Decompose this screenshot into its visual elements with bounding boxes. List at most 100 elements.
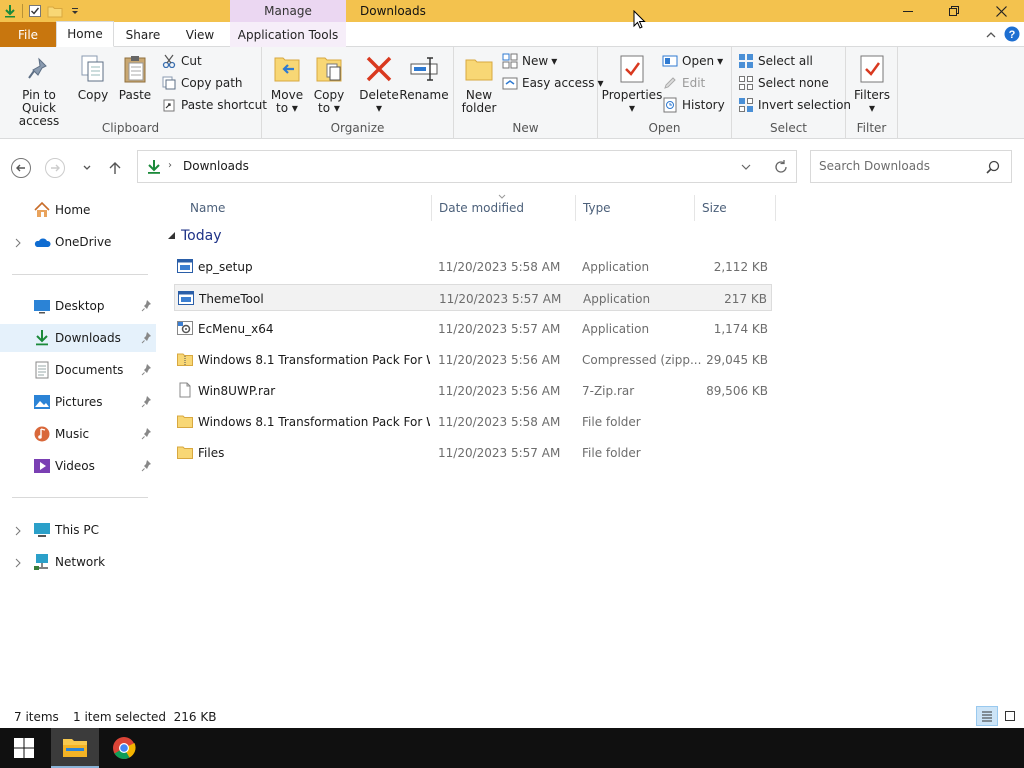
close-button[interactable] — [978, 0, 1024, 22]
copy-to-label-line2: to ▾ — [318, 101, 340, 115]
cut-button[interactable]: Cut — [161, 51, 202, 71]
filters-button[interactable]: Filters ▾ — [852, 53, 892, 115]
history-button[interactable]: History — [662, 95, 725, 115]
move-to-icon — [271, 53, 303, 85]
nav-item-documents[interactable]: Documents — [0, 356, 156, 384]
up-arrow-icon — [109, 162, 121, 174]
tab-home[interactable]: Home — [56, 21, 114, 47]
pin-icon[interactable] — [141, 427, 153, 441]
nav-item-onedrive[interactable]: OneDrive — [0, 228, 156, 256]
tab-share[interactable]: Share — [114, 22, 172, 47]
open-button[interactable]: Open ▾ — [662, 51, 723, 71]
nav-item-network[interactable]: Network — [0, 548, 156, 576]
new-folder-button[interactable]: New folder — [460, 53, 498, 115]
manage-context-tab[interactable]: Manage — [230, 0, 346, 22]
folder-icon — [177, 444, 193, 460]
expand-chevron-icon[interactable] — [14, 237, 22, 248]
breadcrumb-downloads[interactable]: Downloads — [183, 159, 249, 173]
delete-button[interactable]: Delete ▾ — [359, 53, 399, 115]
nav-item-downloads[interactable]: Downloads — [0, 324, 156, 352]
copy-to-button[interactable]: Copy to ▾ — [310, 53, 348, 115]
breadcrumb-chevron-icon[interactable]: › — [168, 160, 172, 171]
open-icon — [662, 53, 678, 69]
expand-chevron-icon[interactable] — [14, 525, 22, 536]
quick-access-toolbar — [0, 0, 85, 22]
back-button[interactable] — [10, 157, 32, 179]
tab-view[interactable]: View — [172, 22, 228, 47]
edit-button[interactable]: Edit — [662, 73, 705, 93]
group-header-today[interactable]: Today — [167, 228, 222, 244]
new-item-button[interactable]: New ▾ — [502, 51, 557, 71]
file-row[interactable]: Win8UWP.rar 11/20/2023 5:56 AM 7-Zip.rar 89… — [174, 377, 772, 404]
music-icon — [33, 425, 51, 443]
file-row[interactable]: Windows 8.1 Transformation Pack For Wi..… — [174, 408, 772, 435]
file-row[interactable]: ThemeTool 11/20/2023 5:57 AM Application 21… — [174, 284, 772, 311]
select-none-icon — [738, 75, 754, 91]
move-to-button[interactable]: Move to ▾ — [268, 53, 306, 115]
download-arrow-icon[interactable] — [0, 0, 20, 22]
column-size-label: Size — [702, 201, 727, 215]
column-header-size[interactable]: Size — [695, 195, 776, 221]
paste-button[interactable]: Paste — [116, 53, 154, 102]
address-bar[interactable]: › Downloads — [137, 150, 797, 183]
select-all-button[interactable]: Select all — [738, 51, 813, 71]
nav-item-this-pc[interactable]: This PC — [0, 516, 156, 544]
customize-qat-chevron-icon[interactable] — [65, 0, 85, 22]
pin-icon[interactable] — [141, 395, 153, 409]
paste-shortcut-button[interactable]: Paste shortcut — [161, 95, 267, 115]
easy-access-button[interactable]: Easy access ▾ — [502, 73, 604, 93]
large-icons-view-button[interactable] — [999, 706, 1021, 726]
help-icon[interactable]: ? — [1004, 26, 1020, 42]
copy-button[interactable]: Copy — [75, 53, 111, 102]
taskbar-chrome[interactable] — [100, 728, 148, 768]
nav-downloads-label: Downloads — [55, 331, 121, 345]
pin-icon[interactable] — [141, 459, 153, 473]
open-group: Properties ▾ Open ▾ Edit History Open — [598, 47, 732, 139]
nav-item-home[interactable]: Home — [0, 196, 156, 224]
tab-file[interactable]: File — [0, 22, 56, 47]
taskbar-file-explorer[interactable] — [51, 728, 99, 768]
search-box[interactable]: Search Downloads — [810, 150, 1012, 183]
up-button[interactable] — [104, 157, 126, 179]
minimize-button[interactable] — [885, 0, 931, 22]
properties-check-icon[interactable] — [25, 0, 45, 22]
new-folder-quick-icon[interactable] — [45, 0, 65, 22]
copy-path-button[interactable]: Copy path — [161, 73, 243, 93]
collapse-ribbon-chevron-icon[interactable] — [983, 27, 999, 43]
file-row[interactable]: EcMenu_x64 11/20/2023 5:57 AM Application 1… — [174, 315, 772, 342]
file-row[interactable]: Windows 8.1 Transformation Pack For Wi..… — [174, 346, 772, 373]
search-icon[interactable] — [985, 159, 1001, 175]
nav-item-pictures[interactable]: Pictures — [0, 388, 156, 416]
pin-icon[interactable] — [141, 331, 153, 345]
forward-button[interactable] — [44, 157, 66, 179]
properties-button[interactable]: Properties ▾ — [602, 53, 662, 115]
app-icon — [177, 258, 193, 274]
address-history-chevron-icon[interactable] — [740, 161, 752, 173]
column-header-name[interactable]: Name — [183, 195, 432, 221]
column-header-date[interactable]: Date modified — [432, 194, 576, 221]
file-row[interactable]: Files 11/20/2023 5:57 AM File folder — [174, 439, 772, 466]
nav-item-music[interactable]: Music — [0, 420, 156, 448]
search-input[interactable]: Search Downloads — [819, 159, 930, 173]
refresh-icon[interactable] — [773, 159, 789, 175]
pin-icon[interactable] — [141, 299, 153, 313]
details-view-button[interactable] — [976, 706, 998, 726]
recent-locations-button[interactable] — [76, 157, 98, 179]
nav-item-videos[interactable]: Videos — [0, 452, 156, 480]
file-row[interactable]: ep_setup 11/20/2023 5:58 AM Application 2,1… — [174, 253, 772, 280]
start-button[interactable] — [0, 728, 48, 768]
tab-application-tools[interactable]: Application Tools — [230, 22, 346, 47]
pin-icon[interactable] — [141, 363, 153, 377]
invert-selection-button[interactable]: Invert selection — [738, 95, 851, 115]
expand-chevron-icon[interactable] — [14, 557, 22, 568]
maximize-button[interactable] — [931, 0, 977, 22]
nav-item-desktop[interactable]: Desktop — [0, 292, 156, 320]
cut-label: Cut — [181, 54, 202, 68]
select-all-label: Select all — [758, 54, 813, 68]
select-none-button[interactable]: Select none — [738, 73, 829, 93]
column-header-type[interactable]: Type — [576, 195, 695, 221]
nav-videos-label: Videos — [55, 459, 95, 473]
network-icon — [33, 553, 51, 571]
rename-button[interactable]: Rename — [399, 53, 449, 102]
pin-to-quick-access-button[interactable]: Pin to Quick access — [6, 53, 72, 128]
